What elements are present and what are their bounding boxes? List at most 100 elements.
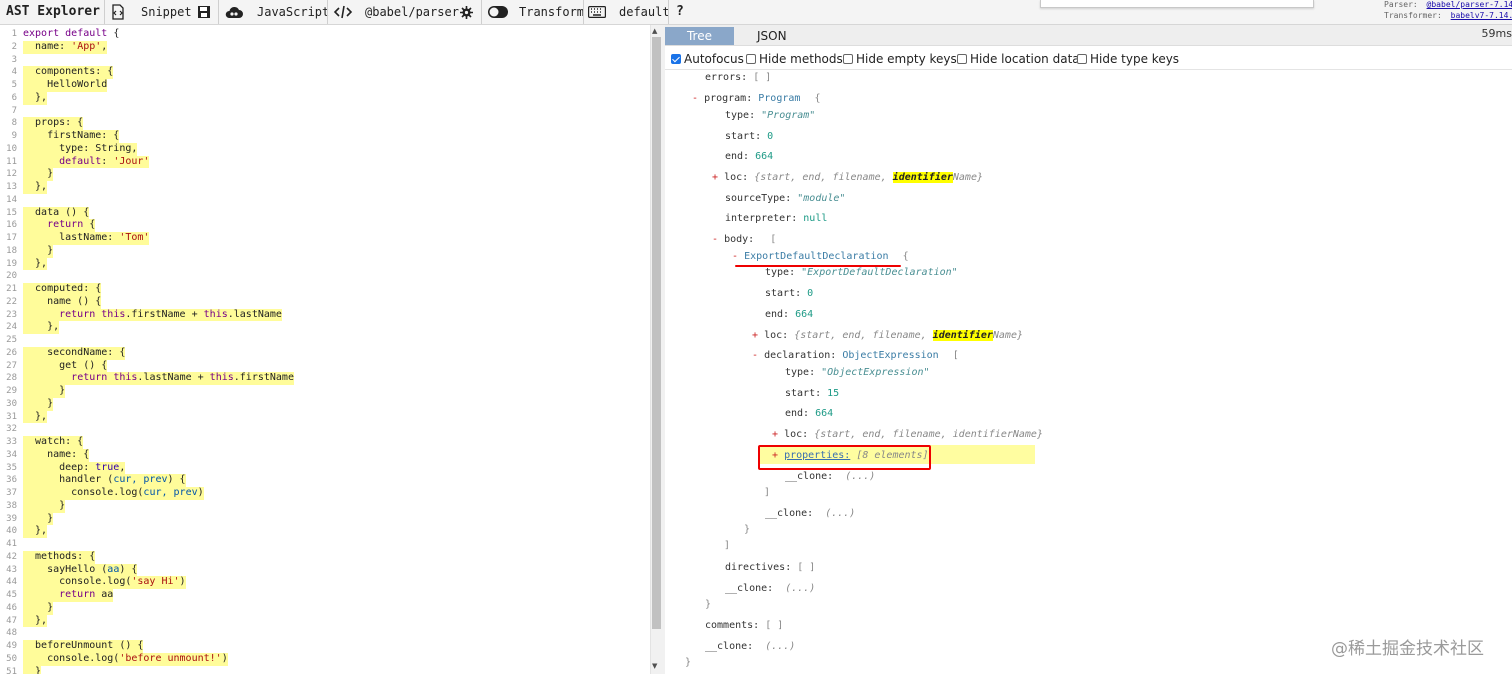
code-text: } [23, 499, 66, 513]
transform-toggle-icon[interactable] [487, 0, 509, 24]
code-text: } [23, 385, 66, 398]
tree-node-loc[interactable]: + loc: {start, end, filename, identifier… [752, 329, 1023, 343]
collapse-toggle[interactable]: - [732, 251, 738, 262]
tree-node-loc[interactable]: + loc: {start, end, filename, identifier… [772, 428, 1043, 442]
line-number: 37 [6, 488, 17, 498]
snippet-icon[interactable] [110, 0, 126, 24]
tree-prop-end: end: 664 [765, 309, 814, 320]
tree-prop-end: end: 664 [725, 151, 774, 162]
line-number: 39 [6, 513, 17, 524]
code-text: } [23, 665, 42, 674]
line-number: 22 [6, 296, 17, 307]
tree-prop-type: type: "ExportDefaultDeclaration" [765, 267, 958, 278]
code-text: name () { [23, 295, 102, 309]
code-text: default: 'Jour' [23, 155, 150, 169]
code-text: type: String, [23, 142, 138, 156]
code-text: }, [23, 91, 48, 105]
code-text: } [23, 244, 54, 258]
line-number: 12 [6, 169, 17, 180]
tree-prop-interpreter: interpreter: null [725, 213, 828, 224]
tree-prop-clone[interactable]: __clone: (...) [785, 470, 875, 484]
tree-node-body[interactable]: - body: [ [712, 233, 776, 247]
tree-prop-clone[interactable]: __clone: (...) [705, 640, 795, 654]
code-text: }, [23, 614, 48, 628]
collapse-toggle[interactable]: - [692, 93, 698, 104]
tree-node-errors[interactable]: errors: [ ] [705, 71, 771, 85]
line-number: 30 [6, 398, 17, 409]
tree-node-export-default[interactable]: - ExportDefaultDeclaration { [732, 250, 909, 264]
tree-prop-type: type: "Program" [725, 110, 816, 121]
line-number: 20 [6, 271, 17, 282]
tree-close-bracket: ] [724, 540, 731, 551]
ast-tree: errors: [ ] - program: Program { type: "… [665, 25, 1512, 674]
code-text: } [23, 168, 54, 181]
code-text: methods: { [23, 550, 96, 564]
expand-toggle[interactable]: + [712, 172, 718, 183]
code-text: }, [23, 525, 48, 538]
toolbar-divider [668, 0, 669, 24]
code-editor[interactable]: 1 export default {2 name: 'App', 3 4 compon… [0, 25, 650, 674]
snippet-menu[interactable]: Snippet [141, 0, 192, 24]
line-number: 29 [6, 386, 17, 396]
line-number: 51 [6, 666, 17, 674]
scroll-down-arrow-icon[interactable]: ▼ [652, 662, 657, 670]
line-number: 18 [6, 245, 17, 256]
line-number: 47 [6, 615, 17, 626]
save-icon[interactable] [197, 0, 211, 24]
tree-prop-sourcetype: sourceType: "module" [725, 193, 846, 204]
tree-prop-end: end: 664 [785, 408, 834, 419]
tree-prop-clone[interactable]: __clone: (...) [725, 582, 815, 596]
code-text: HelloWorld [23, 79, 108, 92]
code-text: }, [23, 257, 48, 271]
scroll-up-arrow-icon[interactable]: ▲ [652, 27, 657, 35]
line-number: 38 [6, 500, 17, 511]
line-number: 25 [6, 335, 17, 345]
toolbar-divider [481, 0, 482, 24]
expand-toggle[interactable]: + [752, 330, 758, 341]
tree-node-declaration[interactable]: - declaration: ObjectExpression [ [752, 349, 959, 363]
parser-version-link[interactable]: @babel/parser-7.14 [1427, 0, 1512, 9]
toolbar-divider [327, 0, 328, 24]
code-text: return { [23, 219, 96, 232]
collapse-toggle[interactable]: - [752, 350, 758, 361]
line-number: 42 [6, 551, 17, 562]
line-number: 48 [6, 628, 17, 639]
line-number: 40 [6, 526, 17, 537]
cloud-icon[interactable] [224, 0, 244, 24]
line-number: 26 [6, 347, 17, 358]
tree-prop-type: type: "ObjectExpression" [785, 367, 930, 378]
code-text: } [23, 397, 54, 411]
parser-select[interactable]: @babel/parser [365, 0, 459, 24]
code-text: firstName: { [23, 130, 120, 143]
code-icon[interactable] [333, 0, 353, 24]
code-text: }, [23, 410, 48, 424]
keyboard-icon[interactable] [588, 0, 606, 24]
keymap-select[interactable]: default [619, 0, 670, 24]
collapse-toggle[interactable]: - [712, 234, 718, 245]
code-text: return this.lastName + this.firstName [23, 372, 294, 385]
line-number: 7 [11, 105, 17, 116]
tree-close-brace: } [705, 599, 712, 610]
search-input[interactable] [1040, 0, 1314, 8]
line-number: 45 [6, 590, 17, 600]
help-button[interactable]: ? [676, 0, 684, 24]
tree-node-program[interactable]: - program: Program { [692, 92, 820, 106]
transformer-version-link[interactable]: babelv7-7.14.0 [1451, 11, 1512, 20]
code-text: props: { [23, 117, 84, 130]
line-number: 17 [6, 233, 17, 243]
gear-icon[interactable] [460, 0, 473, 24]
code-text: name: 'App', [23, 40, 108, 54]
line-number: 3 [11, 54, 17, 65]
code-text: }, [23, 181, 48, 194]
line-number: 2 [11, 41, 17, 52]
transform-menu[interactable]: Transform [519, 0, 584, 24]
tree-node-loc[interactable]: + loc: {start, end, filename, identifier… [712, 171, 983, 185]
code-text: console.log('before unmount!') [23, 652, 228, 666]
line-number: 13 [6, 182, 17, 192]
expand-toggle[interactable]: + [772, 429, 778, 440]
tree-prop-clone[interactable]: __clone: (...) [765, 507, 855, 521]
line-number: 43 [6, 564, 17, 575]
editor-scrollbar-thumb[interactable] [652, 37, 661, 629]
line-number: 46 [6, 602, 17, 613]
language-select[interactable]: JavaScript [257, 0, 329, 24]
